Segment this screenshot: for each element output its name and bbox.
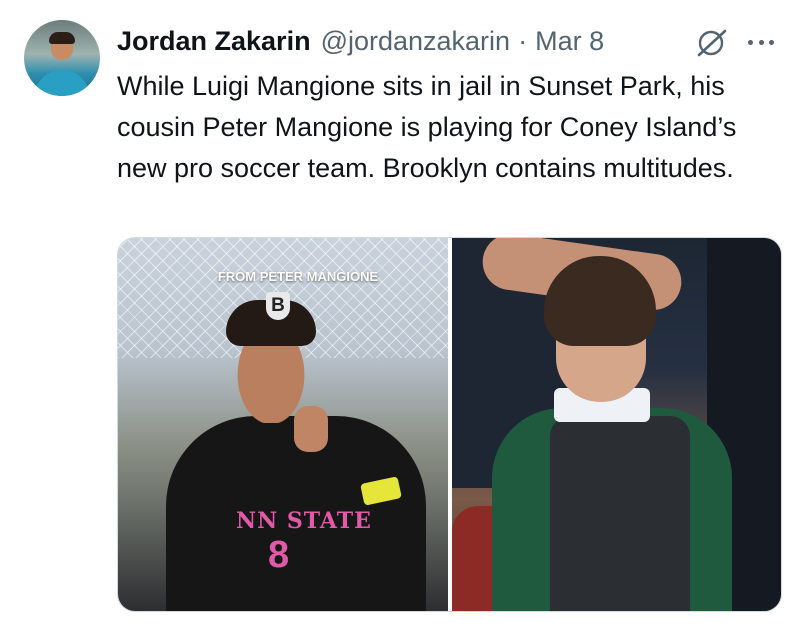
author-name[interactable]: Jordan Zakarin	[117, 26, 311, 57]
tweet-date[interactable]: Mar 8	[535, 26, 604, 57]
player-hand	[294, 406, 328, 452]
author-handle[interactable]: @jordanzakarin	[321, 26, 511, 57]
tweet-text: While Luigi Mangione sits in jail in Sun…	[117, 71, 737, 183]
more-options-icon[interactable]	[748, 40, 774, 48]
more-dot	[769, 40, 774, 45]
author-avatar[interactable]	[24, 20, 100, 96]
tweet: Jordan Zakarin @jordanzakarin · Mar 8 Wh…	[0, 0, 800, 629]
photo-soccer-player[interactable]: FROM PETER MANGIONE B NN STATE 8	[118, 238, 448, 611]
avatar-shirt	[34, 70, 90, 96]
jersey-text: NN STATE	[236, 508, 372, 534]
team-logo: B	[266, 292, 290, 320]
more-dot	[758, 40, 764, 45]
header-separator: ·	[518, 26, 528, 56]
jersey-number: 8	[268, 534, 290, 576]
photo-courtroom[interactable]	[452, 238, 781, 611]
tweet-header: Jordan Zakarin @jordanzakarin · Mar 8	[117, 26, 604, 57]
grok-icon[interactable]	[695, 28, 729, 58]
more-dot	[748, 40, 753, 45]
photo-caption: FROM PETER MANGIONE	[217, 269, 379, 284]
avatar-hair	[49, 32, 75, 44]
bulletproof-vest	[550, 416, 690, 611]
media-grid: FROM PETER MANGIONE B NN STATE 8	[117, 237, 782, 612]
